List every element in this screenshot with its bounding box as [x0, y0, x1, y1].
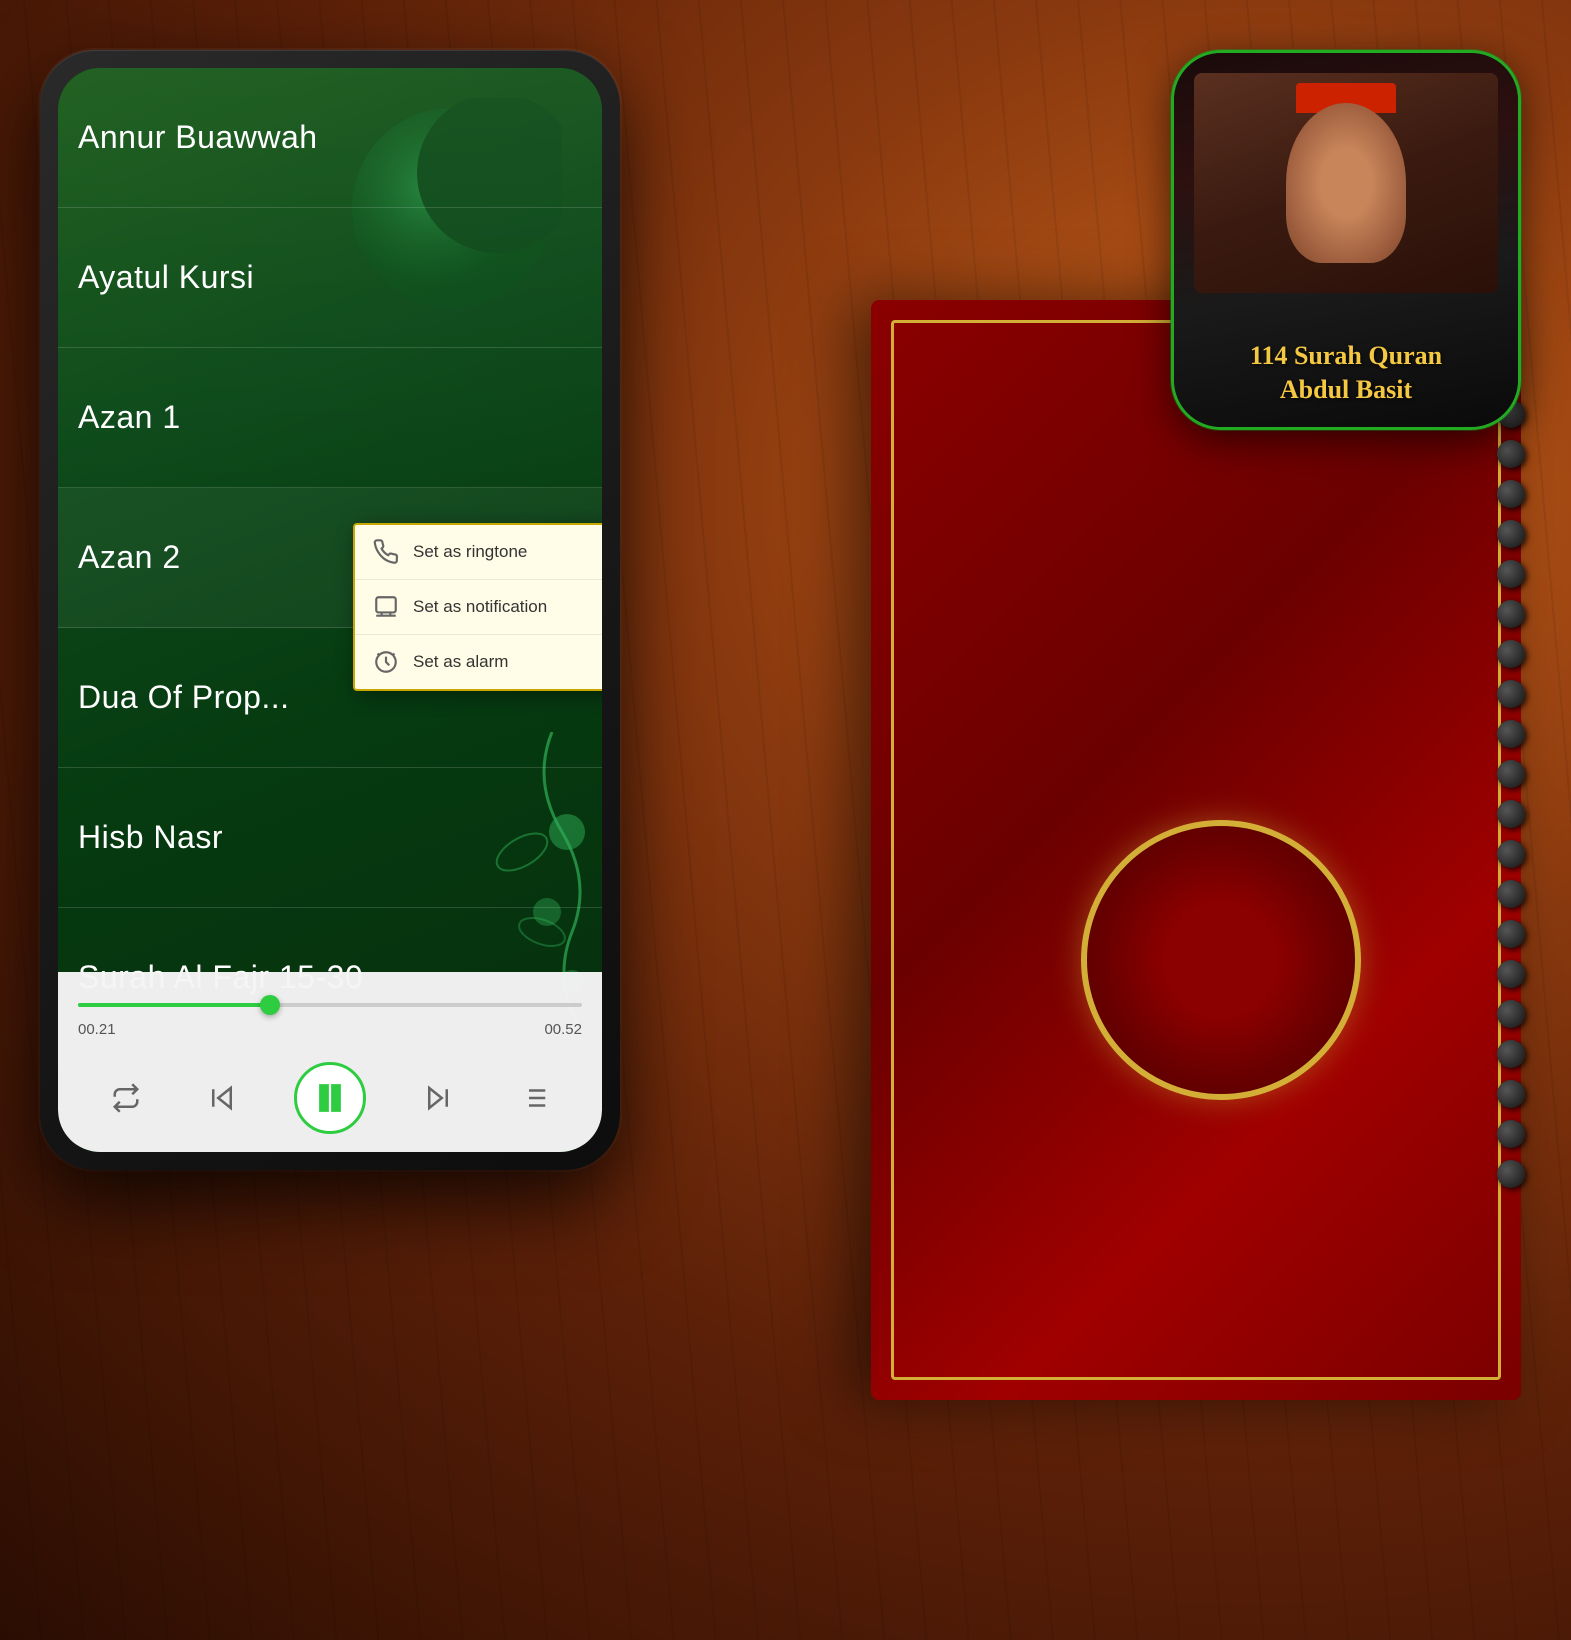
song-title-6: Hisb Nasr [78, 819, 223, 856]
quran-book [871, 300, 1521, 1400]
bead [1497, 800, 1525, 828]
bead [1497, 960, 1525, 988]
song-item-2[interactable]: Ayatul Kursi [58, 208, 602, 348]
bead [1497, 480, 1525, 508]
progress-track [78, 1003, 582, 1007]
set-ringtone-option[interactable]: Set as ringtone [355, 525, 602, 580]
app-icon-title-container: 114 Surah Quran Abdul Basit [1174, 339, 1518, 407]
notification-icon [373, 594, 399, 620]
bead [1497, 920, 1525, 948]
app-icon[interactable]: 114 Surah Quran Abdul Basit [1171, 50, 1521, 430]
skip-forward-button[interactable] [414, 1074, 462, 1122]
song-list: Annur Buawwah Ayatul Kursi Azan 1 Azan 2… [58, 68, 602, 972]
song-title-2: Ayatul Kursi [78, 259, 254, 296]
ringtone-label: Set as ringtone [413, 542, 527, 562]
song-title-3: Azan 1 [78, 399, 181, 436]
bead [1497, 640, 1525, 668]
bead [1497, 680, 1525, 708]
playlist-button[interactable] [510, 1074, 558, 1122]
progress-fill [78, 1003, 270, 1007]
phone-icon [373, 539, 399, 565]
alarm-icon [373, 649, 399, 675]
bead [1497, 1000, 1525, 1028]
progress-thumb[interactable] [260, 995, 280, 1015]
bead [1497, 1120, 1525, 1148]
context-menu: Set as ringtone Set as notification [353, 523, 602, 691]
bead [1497, 840, 1525, 868]
reader-face-image [1194, 73, 1498, 293]
app-icon-title: 114 Surah Quran Abdul Basit [1174, 339, 1518, 407]
song-item-3[interactable]: Azan 1 [58, 348, 602, 488]
progress-bar-container[interactable]: 00.21 00.52 [78, 988, 582, 1038]
playback-controls [58, 1062, 602, 1134]
phone-screen: Annur Buawwah Ayatul Kursi Azan 1 Azan 2… [58, 68, 602, 1152]
bead [1497, 1040, 1525, 1068]
song-item-6[interactable]: Hisb Nasr [58, 768, 602, 908]
bead [1497, 760, 1525, 788]
repeat-button[interactable] [102, 1074, 150, 1122]
prayer-beads [1481, 400, 1541, 1300]
bead [1497, 520, 1525, 548]
set-alarm-option[interactable]: Set as alarm [355, 635, 602, 689]
set-notification-option[interactable]: Set as notification [355, 580, 602, 635]
time-current: 00.21 [78, 1021, 116, 1038]
pause-button[interactable] [294, 1062, 366, 1134]
app-icon-line1: 114 Surah Quran [1250, 341, 1442, 370]
song-title-1: Annur Buawwah [78, 119, 318, 156]
skip-back-button[interactable] [198, 1074, 246, 1122]
phone-shell: Annur Buawwah Ayatul Kursi Azan 1 Azan 2… [40, 50, 620, 1170]
bead [1497, 560, 1525, 588]
song-title-5: Dua Of Prop... [78, 679, 290, 716]
bead [1497, 720, 1525, 748]
song-item-1[interactable]: Annur Buawwah [58, 68, 602, 208]
alarm-label: Set as alarm [413, 652, 508, 672]
bead [1497, 1160, 1525, 1188]
notification-label: Set as notification [413, 597, 547, 617]
bead [1497, 1080, 1525, 1108]
quran-medallion [1081, 820, 1361, 1100]
phone-device: Annur Buawwah Ayatul Kursi Azan 1 Azan 2… [40, 50, 620, 1170]
bead [1497, 440, 1525, 468]
bead [1497, 880, 1525, 908]
app-icon-line2: Abdul Basit [1280, 375, 1412, 404]
time-total: 00.52 [544, 1021, 582, 1038]
bead [1497, 600, 1525, 628]
player-controls: 00.21 00.52 [58, 972, 602, 1152]
song-title-4: Azan 2 [78, 539, 181, 576]
